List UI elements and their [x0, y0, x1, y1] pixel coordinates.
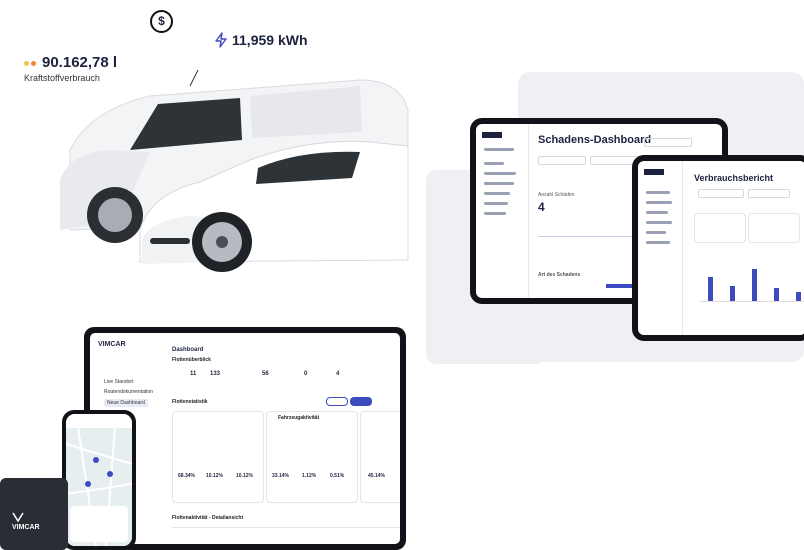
phone-mockup	[62, 410, 136, 550]
consumption-bar	[774, 288, 779, 301]
energy-value: 11,959 kWh	[232, 32, 308, 48]
page-title: Dashboard	[172, 347, 204, 353]
fleet-stats-card	[172, 411, 264, 503]
percentage: 1.12%	[302, 473, 317, 479]
table-divider	[172, 527, 400, 528]
lightning-icon	[215, 32, 227, 48]
consumption-chart	[700, 257, 804, 302]
nav-item-live[interactable]: Live Standort	[104, 379, 133, 385]
vimcar-logo: VIMCAR	[98, 341, 126, 348]
filter-select[interactable]	[538, 156, 586, 165]
filter-pill[interactable]	[326, 397, 348, 406]
percentage: 10.12%	[206, 473, 223, 479]
kpi-value: 0	[304, 371, 308, 377]
metric-value: 4	[538, 200, 545, 214]
device-brand: VIMCAR	[12, 524, 40, 531]
vehicle-activity-card	[266, 411, 358, 503]
vehicles-image	[60, 70, 409, 272]
kpi-value: 133	[210, 371, 221, 377]
kpi-value: 4	[336, 371, 340, 377]
kpi-value: 56	[262, 371, 269, 377]
percentage: 33.14%	[272, 473, 289, 479]
consumption-bar	[796, 292, 801, 301]
kpi-value: 11	[190, 371, 197, 377]
page-title: Verbrauchsbericht	[694, 173, 774, 183]
consumption-report-tablet: Verbrauchsbericht	[632, 155, 804, 341]
vimcar-icon	[12, 512, 24, 522]
summary-card	[694, 213, 746, 243]
overview-label: Flottenüberblick	[172, 357, 211, 363]
fuel-dots-icon	[24, 54, 38, 71]
filter-select[interactable]	[644, 138, 692, 147]
metric-label: Anzahl Schäden	[538, 192, 575, 198]
percentage: 68.34%	[178, 473, 195, 479]
obd-device: VIMCAR	[0, 478, 68, 550]
consumption-bar	[708, 277, 713, 301]
consumption-bar	[752, 269, 757, 301]
nav-item-dashboard[interactable]: Neue Dashboard	[104, 399, 148, 407]
section-label: Art des Schadens	[538, 272, 581, 278]
section-title: Flottenstatistik	[172, 399, 208, 405]
map-image	[66, 414, 132, 546]
logo	[644, 169, 664, 175]
card-title: Fahrzeugaktivität	[278, 415, 320, 421]
nav-item-routes[interactable]: Routendokumentation	[104, 389, 153, 395]
vehicle-select[interactable]	[748, 189, 790, 198]
detail-section-title: Flottenaktivität - Detailansicht	[172, 515, 244, 521]
filter-pill[interactable]	[350, 397, 372, 406]
page-title: Schadens-Dashboard	[538, 134, 652, 146]
energy-stat: 11,959 kWh	[214, 32, 308, 48]
percentage: 0.51%	[330, 473, 345, 479]
filter-select[interactable]	[590, 156, 638, 165]
summary-card	[748, 213, 800, 243]
stats-card	[360, 411, 400, 503]
consumption-bar	[730, 286, 735, 301]
percentage: 45.14%	[368, 473, 385, 479]
fuel-value: 90.162,78 l	[42, 54, 118, 71]
logo	[482, 132, 502, 138]
date-select[interactable]	[698, 189, 744, 198]
sidebar	[638, 161, 683, 335]
percentage: 10.12%	[236, 473, 253, 479]
dollar-icon: $	[150, 10, 173, 33]
sidebar	[476, 124, 529, 298]
